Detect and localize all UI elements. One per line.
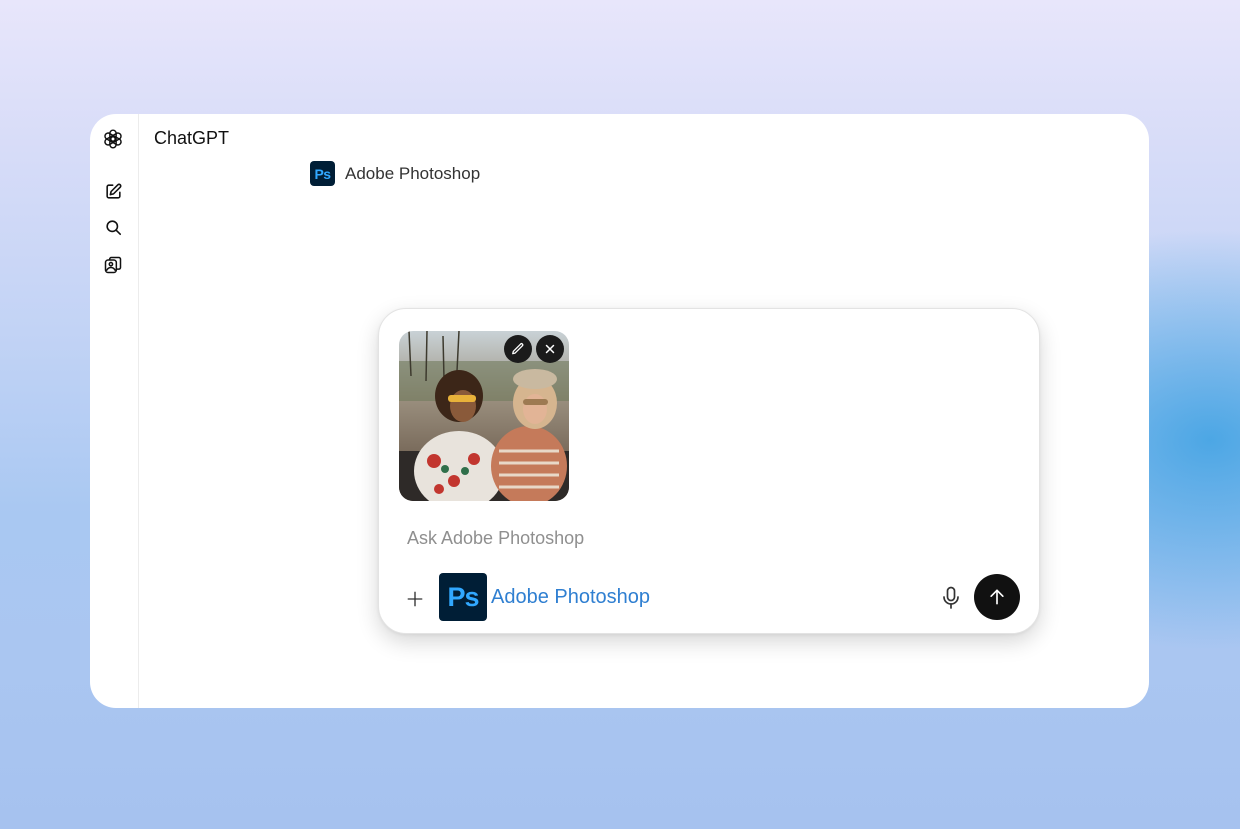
edit-icon[interactable] xyxy=(504,335,532,363)
send-button[interactable] xyxy=(974,574,1020,620)
photoshop-chip-icon: Ps xyxy=(439,573,487,621)
close-icon[interactable] xyxy=(536,335,564,363)
openai-logo-icon[interactable] xyxy=(102,128,124,150)
chat-window: ChatGPT Ps Adobe Photoshop Ask Adobe Pho… xyxy=(90,114,1149,708)
photoshop-header[interactable]: Ps Adobe Photoshop xyxy=(310,161,480,186)
plus-icon[interactable] xyxy=(403,587,427,611)
app-title: ChatGPT xyxy=(154,128,230,148)
sidebar-rail xyxy=(90,114,139,708)
composer: Ps Adobe Photoshop xyxy=(378,308,1040,634)
arrow-up-icon xyxy=(990,589,1004,605)
attached-image[interactable] xyxy=(399,331,569,501)
prompt-input[interactable] xyxy=(407,525,967,551)
photoshop-header-label: Adobe Photoshop xyxy=(345,163,481,183)
library-icon[interactable] xyxy=(102,254,124,276)
microphone-icon[interactable] xyxy=(939,585,963,611)
new-chat-icon[interactable] xyxy=(102,180,124,202)
app-chip-label: Adobe Photoshop xyxy=(491,585,651,608)
photoshop-logo-icon: Ps xyxy=(310,161,335,186)
app-chip[interactable]: Ps Adobe Photoshop xyxy=(439,573,650,621)
search-icon[interactable] xyxy=(102,216,124,238)
